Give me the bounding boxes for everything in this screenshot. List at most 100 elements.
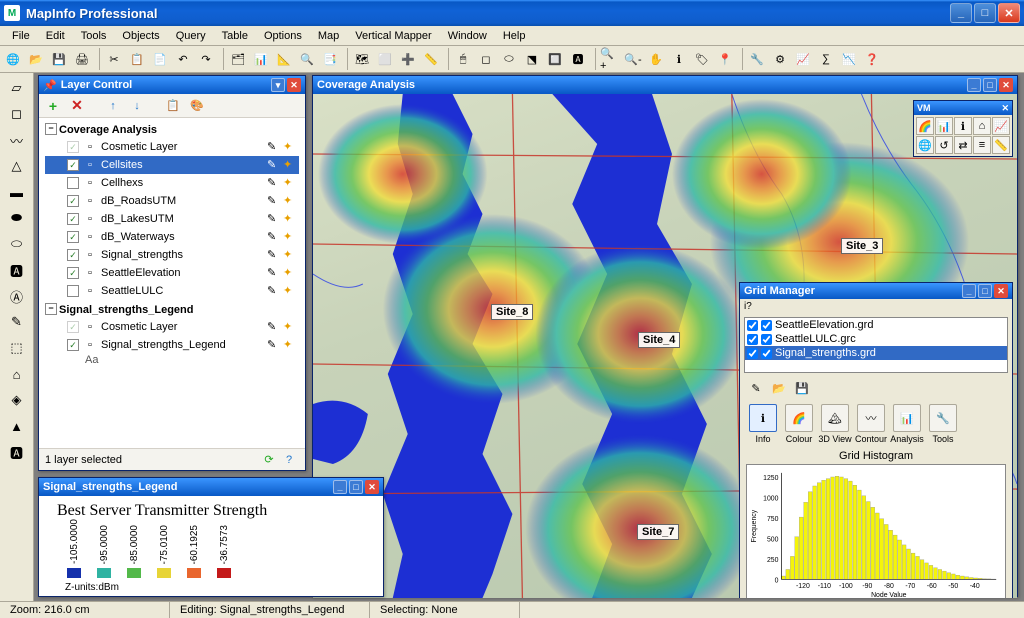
toolbar-button[interactable]: 🖱 xyxy=(452,48,474,70)
layer-edit-icon[interactable]: ✎ xyxy=(267,176,281,190)
grid-tool-info[interactable]: ℹInfo xyxy=(746,404,780,444)
grid-list[interactable]: SeattleElevation.grdSeattleLULC.grcSigna… xyxy=(744,317,1008,373)
grid-open-icon[interactable]: 📂 xyxy=(769,378,789,398)
pin-icon[interactable]: 📌 xyxy=(43,79,57,92)
site-label[interactable]: Site_7 xyxy=(637,524,679,540)
minimize-button[interactable]: _ xyxy=(950,3,972,23)
layer-visibility-checkbox[interactable]: ✓ xyxy=(67,141,79,153)
toolbar-button[interactable]: 💾 xyxy=(48,48,70,70)
layer-style-icon[interactable]: ✦ xyxy=(283,248,297,262)
menu-map[interactable]: Map xyxy=(310,28,347,44)
layer-style-icon[interactable]: ✦ xyxy=(283,140,297,154)
menu-objects[interactable]: Objects xyxy=(114,28,167,44)
grid-min-button[interactable]: _ xyxy=(962,284,976,298)
menu-file[interactable]: File xyxy=(4,28,38,44)
layer-visibility-checkbox[interactable]: ✓ xyxy=(67,159,79,171)
toolbar-button[interactable]: ◻ xyxy=(475,48,497,70)
menu-table[interactable]: Table xyxy=(214,28,256,44)
draw-tool-button[interactable]: ◈ xyxy=(6,389,28,411)
draw-tool-button[interactable]: 🅰 xyxy=(6,441,28,463)
map-window-titlebar[interactable]: Coverage Analysis _ □ ✕ xyxy=(313,76,1017,94)
layer-style-icon[interactable]: ✦ xyxy=(283,158,297,172)
toolbar-button[interactable]: 🌐 xyxy=(2,48,24,70)
grid-row-checkbox2[interactable] xyxy=(761,334,772,345)
toolbar-button[interactable]: 📄 xyxy=(149,48,171,70)
move-up-button[interactable]: ↑ xyxy=(103,96,123,116)
toolbar-button[interactable]: 📂 xyxy=(25,48,47,70)
grid-tool-contour[interactable]: 〰Contour xyxy=(854,404,888,444)
grid-tool-3d-view[interactable]: 🏔3D View xyxy=(818,404,852,444)
layer-item[interactable]: ✓▫dB_Waterways✎✦ xyxy=(45,228,299,246)
layer-style-icon[interactable]: ✦ xyxy=(283,176,297,190)
menu-options[interactable]: Options xyxy=(256,28,310,44)
grid-row-checkbox2[interactable] xyxy=(761,320,772,331)
site-label[interactable]: Site_3 xyxy=(841,238,883,254)
grid-max-button[interactable]: □ xyxy=(978,284,992,298)
draw-tool-button[interactable]: ▲ xyxy=(6,415,28,437)
vm-panel[interactable]: VM✕ 🌈📊ℹ⌂📈🌐↺⇄≡📏 xyxy=(913,100,1013,157)
toolbar-button[interactable]: ↷ xyxy=(195,48,217,70)
layer-group[interactable]: Coverage Analysis xyxy=(45,122,299,138)
layer-visibility-checkbox[interactable]: ✓ xyxy=(67,249,79,261)
legend-close-button[interactable]: ✕ xyxy=(365,480,379,494)
grid-row-checkbox[interactable] xyxy=(747,348,758,359)
toolbar-button[interactable]: ❓ xyxy=(861,48,883,70)
map-canvas[interactable]: VM✕ 🌈📊ℹ⌂📈🌐↺⇄≡📏 Grid Manager _ □ ✕ i? Sea… xyxy=(313,94,1017,598)
grid-tool-colour[interactable]: 🌈Colour xyxy=(782,404,816,444)
toolbar-button[interactable]: ✂ xyxy=(103,48,125,70)
site-label[interactable]: Site_4 xyxy=(638,332,680,348)
grid-row-checkbox2[interactable] xyxy=(761,348,772,359)
layer-item[interactable]: ✓▫Cosmetic Layer✎✦ xyxy=(45,318,299,336)
layer-edit-icon[interactable]: ✎ xyxy=(267,284,281,298)
draw-tool-button[interactable]: ◻ xyxy=(6,103,28,125)
vm-tool-button[interactable]: 📏 xyxy=(992,136,1010,154)
menu-edit[interactable]: Edit xyxy=(38,28,73,44)
layer-edit-icon[interactable]: ✎ xyxy=(267,266,281,280)
layer-edit-icon[interactable]: ✎ xyxy=(267,140,281,154)
layer-edit-icon[interactable]: ✎ xyxy=(267,230,281,244)
menu-help[interactable]: Help xyxy=(495,28,534,44)
vm-tool-button[interactable]: ↺ xyxy=(935,136,953,154)
toolbar-button[interactable]: 🔍- xyxy=(622,48,644,70)
toolbar-button[interactable]: 📈 xyxy=(792,48,814,70)
layer-group[interactable]: Signal_strengths_Legend xyxy=(45,302,299,318)
toolbar-button[interactable]: 🔍+ xyxy=(599,48,621,70)
toolbar-button[interactable]: 📑 xyxy=(319,48,341,70)
layer-style-icon[interactable]: ✦ xyxy=(283,194,297,208)
layer-edit-icon[interactable]: ✎ xyxy=(267,158,281,172)
toolbar-button[interactable]: ⚙ xyxy=(769,48,791,70)
layer-item[interactable]: ✓▫Cellsites✎✦ xyxy=(45,156,299,174)
layer-item[interactable]: ✓▫Signal_strengths✎✦ xyxy=(45,246,299,264)
layer-visibility-checkbox[interactable]: ✓ xyxy=(67,231,79,243)
site-label[interactable]: Site_8 xyxy=(491,304,533,320)
draw-tool-button[interactable]: ▱ xyxy=(6,77,28,99)
draw-tool-button[interactable]: 〰 xyxy=(6,129,28,151)
layer-visibility-checkbox[interactable]: ✓ xyxy=(67,213,79,225)
toolbar-button[interactable]: ↶ xyxy=(172,48,194,70)
menu-query[interactable]: Query xyxy=(168,28,214,44)
layer-item[interactable]: ✓▫Signal_strengths_Legend✎✦ xyxy=(45,336,299,354)
layer-item[interactable]: ▫Cellhexs✎✦ xyxy=(45,174,299,192)
toolbar-button[interactable]: 📉 xyxy=(838,48,860,70)
toolbar-button[interactable]: ⬜ xyxy=(374,48,396,70)
toolbar-button[interactable]: 🅰 xyxy=(567,48,589,70)
toolbar-button[interactable]: 🖨 xyxy=(71,48,93,70)
grid-close-button[interactable]: ✕ xyxy=(994,284,1008,298)
toolbar-button[interactable]: ℹ xyxy=(668,48,690,70)
layer-item[interactable]: ✓▫dB_LakesUTM✎✦ xyxy=(45,210,299,228)
layer-visibility-checkbox[interactable] xyxy=(67,285,79,297)
layer-item[interactable]: ✓▫dB_RoadsUTM✎✦ xyxy=(45,192,299,210)
grid-save-icon[interactable]: 💾 xyxy=(792,378,812,398)
layer-style-icon[interactable]: ✦ xyxy=(283,284,297,298)
grid-row-checkbox[interactable] xyxy=(747,320,758,331)
grid-manager-titlebar[interactable]: Grid Manager _ □ ✕ xyxy=(740,283,1012,299)
map-maximize-button[interactable]: □ xyxy=(983,78,997,92)
draw-tool-button[interactable]: ⬬ xyxy=(6,207,28,229)
toolbar-button[interactable]: 🗂 xyxy=(227,48,249,70)
toolbar-button[interactable]: 📏 xyxy=(420,48,442,70)
map-close-button[interactable]: ✕ xyxy=(999,78,1013,92)
toolbar-button[interactable]: 📐 xyxy=(273,48,295,70)
toolbar-button[interactable]: 📊 xyxy=(250,48,272,70)
layer-style-button[interactable]: 🎨 xyxy=(187,96,207,116)
vm-tool-button[interactable]: 📊 xyxy=(935,117,953,135)
